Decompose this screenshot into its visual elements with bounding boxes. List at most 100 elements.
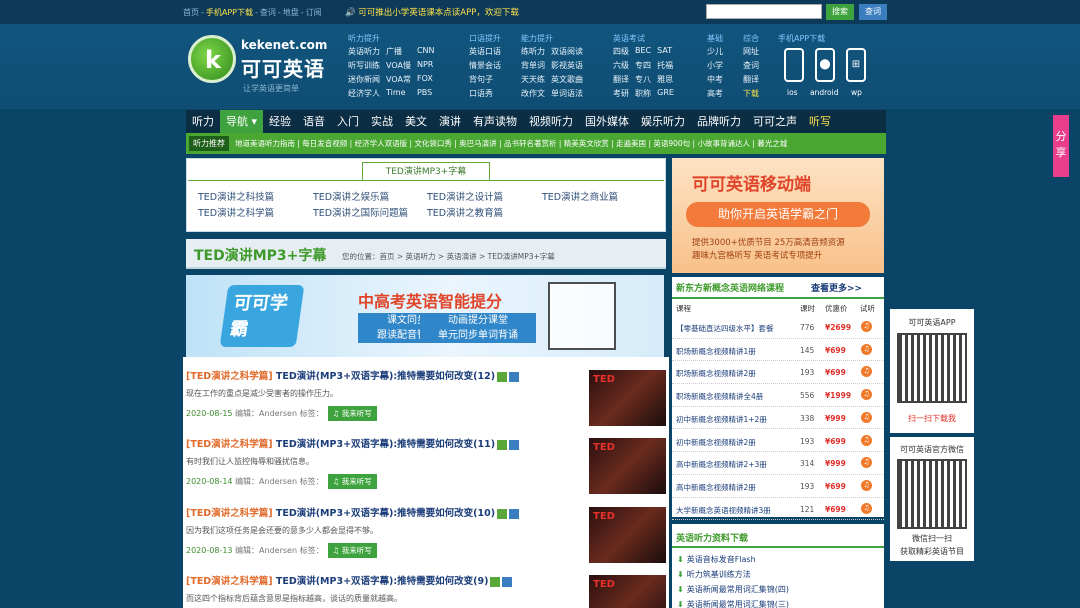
nav-item[interactable]: 品牌听力 bbox=[691, 110, 747, 133]
course-row[interactable]: 高中新概念视频精讲2册 193 ¥699 ♫ bbox=[672, 475, 884, 498]
ted-link-design[interactable]: TED演讲之设计篇 bbox=[427, 189, 503, 203]
category-link[interactable]: 背单词 bbox=[521, 60, 545, 74]
article-title[interactable]: TED演讲(MP3+双语字幕):推特需要如何改变(11) bbox=[276, 439, 495, 450]
listen-icon[interactable]: ♫ bbox=[861, 502, 872, 514]
category-link[interactable]: Time bbox=[386, 88, 411, 102]
ted-link-edu[interactable]: TED演讲之教育篇 bbox=[427, 205, 503, 219]
dictation-button[interactable]: ♫ 我来听写 bbox=[327, 474, 377, 489]
course-row[interactable]: 【零基础直达四级水平】套餐 776 ¥2699 ♫ bbox=[672, 316, 884, 339]
download-link[interactable]: ⬇ 听力筑基训练方法 bbox=[677, 569, 751, 580]
ted-link-business[interactable]: TED演讲之商业篇 bbox=[542, 189, 618, 203]
article-thumbnail[interactable]: TED bbox=[589, 575, 666, 608]
article-category[interactable]: [TED演讲之科学篇] bbox=[186, 439, 273, 450]
category-link[interactable]: VOA常 bbox=[386, 74, 411, 88]
category-link[interactable]: 双语阅读 bbox=[551, 46, 583, 60]
course-name[interactable]: 初中新概念视频精讲1+2册 bbox=[676, 414, 767, 425]
search-input[interactable] bbox=[706, 4, 822, 19]
share-button[interactable]: 分享 bbox=[1053, 115, 1069, 177]
course-name[interactable]: 大学新概念英语视频精讲3册 bbox=[676, 505, 771, 516]
category-link[interactable]: FOX bbox=[417, 74, 435, 88]
category-link[interactable]: 托福 bbox=[657, 60, 674, 74]
nav-item[interactable]: 语音 bbox=[297, 110, 331, 133]
course-row[interactable]: 职场新概念视频精讲全4册 556 ¥1999 ♫ bbox=[672, 384, 884, 407]
listen-icon[interactable]: ♫ bbox=[861, 411, 872, 423]
search-button[interactable]: 搜索 bbox=[826, 4, 854, 20]
article-category[interactable]: [TED演讲之科学篇] bbox=[186, 371, 273, 382]
app-label-wp[interactable]: wp bbox=[851, 88, 862, 97]
top-link[interactable]: 地盘 bbox=[283, 8, 299, 17]
listen-icon[interactable]: ♫ bbox=[861, 479, 872, 491]
category-link[interactable]: 雅思 bbox=[657, 74, 674, 88]
course-row[interactable]: 职场新概念视频精讲1册 145 ¥699 ♫ bbox=[672, 339, 884, 362]
listen-icon[interactable]: ♫ bbox=[861, 434, 872, 446]
article-title[interactable]: TED演讲(MP3+双语字幕):推特需要如何改变(10) bbox=[276, 508, 495, 519]
category-link[interactable]: 广播 bbox=[386, 46, 411, 60]
breadcrumb[interactable]: 您的位置：首页 > 英语听力 > 英语演讲 > TED演讲MP3+字幕 bbox=[342, 251, 555, 262]
category-link[interactable]: 职称 bbox=[635, 88, 651, 102]
course-name[interactable]: 初中新概念视频精讲2册 bbox=[676, 437, 756, 448]
article-category[interactable]: [TED演讲之科学篇] bbox=[186, 508, 273, 519]
download-link[interactable]: ⬇ 英语新闻最常用词汇集锦(四) bbox=[677, 584, 789, 595]
article-title[interactable]: TED演讲(MP3+双语字幕):推特需要如何改变(9) bbox=[276, 576, 489, 587]
category-link[interactable]: 英文歌曲 bbox=[551, 74, 583, 88]
category-link[interactable]: 六级 bbox=[613, 60, 629, 74]
category-link[interactable]: 少儿 bbox=[707, 46, 723, 60]
nav-item[interactable]: 听写 bbox=[803, 110, 837, 133]
listen-icon[interactable]: ♫ bbox=[861, 366, 872, 378]
nav-item[interactable]: 导航 ▾ bbox=[220, 110, 264, 133]
category-link[interactable]: BEC bbox=[635, 46, 651, 60]
article-title[interactable]: TED演讲(MP3+双语字幕):推特需要如何改变(12) bbox=[276, 371, 495, 382]
top-link[interactable]: 订阅 bbox=[306, 8, 322, 17]
nav-item[interactable]: 经验 bbox=[263, 110, 297, 133]
category-link[interactable]: 四级 bbox=[613, 46, 629, 60]
category-link[interactable]: 情景会话 bbox=[469, 60, 501, 74]
category-link[interactable]: VOA慢 bbox=[386, 60, 411, 74]
download-link[interactable]: ⬇ 英语新闻最常用词汇集锦(三) bbox=[677, 599, 789, 608]
category-link[interactable]: 专四 bbox=[635, 60, 651, 74]
ted-link-ent[interactable]: TED演讲之娱乐篇 bbox=[313, 189, 389, 203]
windows-icon[interactable]: ⊞ bbox=[846, 48, 866, 82]
nav-item[interactable]: 实战 bbox=[365, 110, 399, 133]
dictation-button[interactable]: ♫ 我来听写 bbox=[327, 543, 377, 558]
course-row[interactable]: 职场新概念视频精讲2册 193 ¥699 ♫ bbox=[672, 361, 884, 385]
nav-item[interactable]: 可可之声 bbox=[747, 110, 803, 133]
nav-item[interactable]: 入门 bbox=[331, 110, 365, 133]
listen-icon[interactable]: ♫ bbox=[861, 389, 872, 401]
category-link[interactable]: NPR bbox=[417, 60, 435, 74]
category-link[interactable]: 改作文 bbox=[521, 88, 545, 102]
top-link[interactable]: 查词 bbox=[260, 8, 276, 17]
mobile-ad[interactable]: 可可英语移动端 助你开启英语学霸之门 提供3000+优质节目 25万高清音频资源… bbox=[672, 158, 884, 273]
nav-item[interactable]: 娱乐听力 bbox=[635, 110, 691, 133]
logo-domain[interactable]: kekenet.com bbox=[241, 38, 327, 52]
course-name[interactable]: 高中新概念视频精讲2册 bbox=[676, 482, 756, 493]
category-link[interactable]: 考研 bbox=[613, 88, 629, 102]
course-row[interactable]: 初中新概念视频精讲2册 193 ¥699 ♫ bbox=[672, 430, 884, 453]
category-link[interactable]: 单词语法 bbox=[551, 88, 583, 102]
category-link[interactable]: PBS bbox=[417, 88, 435, 102]
category-link[interactable]: 翻译 bbox=[743, 74, 759, 88]
category-link[interactable]: 翻译 bbox=[613, 74, 629, 88]
category-link[interactable]: 影视英语 bbox=[551, 60, 583, 74]
app-qr-link[interactable]: 扫一扫下载我 bbox=[890, 413, 974, 424]
category-link[interactable]: 练听力 bbox=[521, 46, 545, 60]
article-category[interactable]: [TED演讲之科学篇] bbox=[186, 576, 273, 587]
download-link[interactable]: ⬇ 英语音标发音Flash bbox=[677, 554, 756, 565]
course-row[interactable]: 大学新概念英语视频精讲3册 121 ¥699 ♫ bbox=[672, 498, 884, 521]
category-link[interactable]: 高考 bbox=[707, 88, 723, 102]
course-row[interactable]: 高中新概念视频精讲2+3册 314 ¥999 ♫ bbox=[672, 452, 884, 475]
ted-link-global[interactable]: TED演讲之国际问题篇 bbox=[313, 205, 408, 219]
listen-icon[interactable]: ♫ bbox=[861, 343, 872, 355]
app-label-android[interactable]: android bbox=[810, 88, 838, 97]
article-thumbnail[interactable]: TED bbox=[589, 370, 666, 426]
nav-item[interactable]: 有声读物 bbox=[467, 110, 523, 133]
android-icon[interactable]: ⬤ bbox=[815, 48, 835, 82]
recommend-links[interactable]: 地道美语听力指南 | 每日发音视频 | 经济学人双语版 | 文化袋口秀 | 奥巴… bbox=[235, 138, 787, 149]
listen-icon[interactable]: ♫ bbox=[861, 457, 872, 469]
course-row[interactable]: 初中新概念视频精讲1+2册 338 ¥999 ♫ bbox=[672, 407, 884, 430]
nav-item[interactable]: 听力 bbox=[186, 110, 220, 133]
ted-link-tech[interactable]: TED演讲之科技篇 bbox=[198, 189, 274, 203]
tab-ted[interactable]: TED演讲MP3+字幕 bbox=[362, 162, 490, 181]
category-link[interactable]: 下载 bbox=[743, 88, 759, 102]
article-thumbnail[interactable]: TED bbox=[589, 438, 666, 494]
category-link[interactable]: 背句子 bbox=[469, 74, 501, 88]
